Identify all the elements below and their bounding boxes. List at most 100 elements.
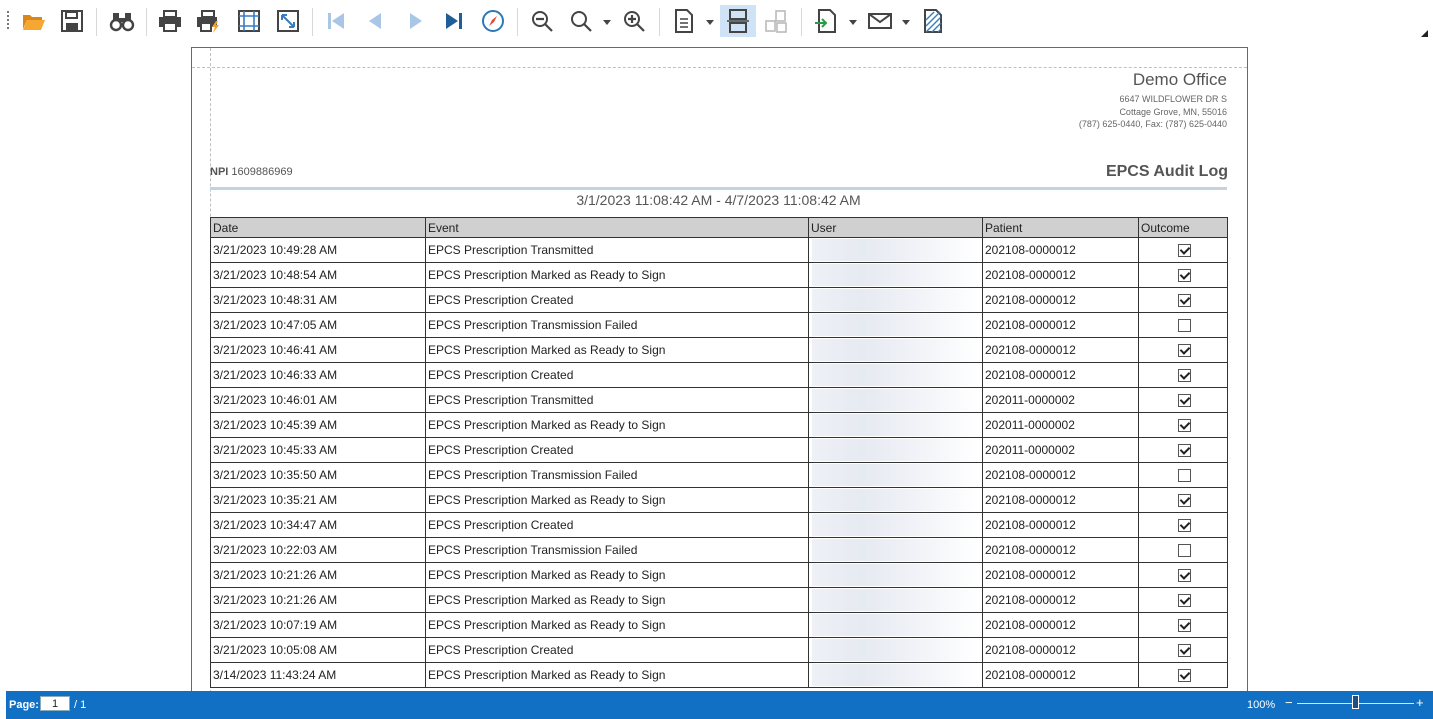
zoom-minus-button[interactable]: − <box>1285 695 1293 710</box>
patient-cell: 202108-0000012 <box>982 287 1139 313</box>
date-cell: 3/21/2023 10:47:05 AM <box>210 312 426 338</box>
zoom-plus-button[interactable]: + <box>1416 695 1424 710</box>
page-layout-button[interactable] <box>669 5 699 37</box>
zoom-out-button[interactable] <box>527 5 557 37</box>
email-dropdown-arrow[interactable] <box>902 18 910 26</box>
event-cell: EPCS Prescription Transmission Failed <box>425 537 809 563</box>
event-cell: EPCS Prescription Created <box>425 637 809 663</box>
table-row: 3/21/2023 10:48:54 AM EPCS Prescription M… <box>210 262 1228 288</box>
outcome-checkbox <box>1177 518 1191 532</box>
zoom-out-icon <box>532 11 553 32</box>
quick-print-icon <box>197 10 219 33</box>
print-icon <box>159 10 181 32</box>
redacted-user <box>812 464 979 486</box>
find-button[interactable] <box>107 5 137 37</box>
outcome-checkbox <box>1177 568 1191 582</box>
outcome-checkbox <box>1177 593 1191 607</box>
outcome-cell <box>1138 487 1228 513</box>
outcome-cell <box>1138 537 1228 563</box>
patient-cell: 202011-0000002 <box>982 387 1139 413</box>
event-cell: EPCS Prescription Created <box>425 437 809 463</box>
outcome-checkbox <box>1177 343 1191 357</box>
user-cell <box>808 437 983 463</box>
quick-print-button[interactable] <box>193 5 223 37</box>
toolbar-separator <box>312 8 313 36</box>
page-number-input[interactable]: 1 <box>40 696 70 711</box>
user-cell <box>808 487 983 513</box>
column-header-patient: Patient <box>982 217 1139 238</box>
navigation-pane-button[interactable] <box>478 5 508 37</box>
date-cell: 3/21/2023 10:22:03 AM <box>210 537 426 563</box>
toolbar-separator <box>659 8 660 36</box>
chevron-down-icon <box>902 19 910 25</box>
event-cell: EPCS Prescription Marked as Ready to Sig… <box>425 562 809 588</box>
event-cell: EPCS Prescription Marked as Ready to Sig… <box>425 412 809 438</box>
multiple-pages-button[interactable] <box>761 5 791 37</box>
outcome-cell <box>1138 637 1228 663</box>
user-cell <box>808 587 983 613</box>
toolbar-grip[interactable] <box>7 11 9 31</box>
table-row: 3/21/2023 10:21:26 AM EPCS Prescription M… <box>210 587 1228 613</box>
zoom-dropdown-arrow[interactable] <box>603 18 611 26</box>
user-cell <box>808 262 983 288</box>
office-phone: (787) 625-0440, Fax: (787) 625-0440 <box>1078 119 1227 129</box>
zoom-button[interactable] <box>566 5 596 37</box>
user-cell <box>808 512 983 538</box>
print-button[interactable] <box>155 5 185 37</box>
event-cell: EPCS Prescription Marked as Ready to Sig… <box>425 487 809 513</box>
next-page-icon <box>410 13 422 29</box>
npi: NPI 1609886969 <box>210 166 293 178</box>
page-layout-dropdown-arrow[interactable] <box>706 18 714 26</box>
table-header-row: Date Event User Patient Outcome <box>210 217 1228 238</box>
date-cell: 3/21/2023 10:21:26 AM <box>210 562 426 588</box>
outcome-cell <box>1138 512 1228 538</box>
title-divider <box>210 187 1227 190</box>
scale-button[interactable] <box>273 5 303 37</box>
save-button[interactable] <box>57 5 87 37</box>
table-row: 3/21/2023 10:35:50 AM EPCS Prescription T… <box>210 462 1228 488</box>
continuous-view-button[interactable] <box>720 5 756 37</box>
next-page-button[interactable] <box>401 5 431 37</box>
export-button[interactable] <box>811 5 841 37</box>
redacted-user <box>812 339 979 361</box>
redacted-user <box>812 514 979 536</box>
outcome-checkbox <box>1177 493 1191 507</box>
report-page: Demo Office 6647 WILDFLOWER DR S Cottage… <box>191 47 1248 691</box>
chevron-down-icon <box>706 19 714 25</box>
zoom-slider-thumb[interactable] <box>1351 695 1359 709</box>
page-layout-icon <box>675 9 693 33</box>
previous-page-button[interactable] <box>360 5 390 37</box>
outcome-checkbox <box>1177 293 1191 307</box>
redacted-user <box>812 239 979 261</box>
column-header-outcome: Outcome <box>1138 217 1228 238</box>
toolbar-overflow-icon[interactable] <box>1421 30 1428 37</box>
open-button[interactable] <box>19 5 49 37</box>
column-header-user: User <box>808 217 983 238</box>
chevron-down-icon <box>603 19 611 25</box>
user-cell <box>808 387 983 413</box>
date-cell: 3/14/2023 11:43:24 AM <box>210 662 426 688</box>
event-cell: EPCS Prescription Created <box>425 512 809 538</box>
date-cell: 3/21/2023 10:46:41 AM <box>210 337 426 363</box>
redacted-user <box>812 489 979 511</box>
user-cell <box>808 662 983 688</box>
event-cell: EPCS Prescription Created <box>425 362 809 388</box>
user-cell <box>808 312 983 338</box>
first-page-button[interactable] <box>321 5 351 37</box>
page-label: Page: <box>9 699 39 711</box>
watermark-button[interactable] <box>918 5 948 37</box>
export-dropdown-arrow[interactable] <box>849 18 857 26</box>
user-cell <box>808 287 983 313</box>
report-viewer[interactable]: Demo Office 6647 WILDFLOWER DR S Cottage… <box>0 44 1433 691</box>
outcome-cell <box>1138 437 1228 463</box>
date-cell: 3/21/2023 10:48:31 AM <box>210 287 426 313</box>
zoom-in-button[interactable] <box>619 5 649 37</box>
email-button[interactable] <box>865 5 895 37</box>
last-page-button[interactable] <box>439 5 469 37</box>
patient-cell: 202108-0000012 <box>982 262 1139 288</box>
outcome-checkbox <box>1177 668 1191 682</box>
page-setup-button[interactable] <box>234 5 264 37</box>
toolbar-separator <box>801 8 802 36</box>
navigation-pane-icon <box>482 10 504 32</box>
outcome-cell <box>1138 412 1228 438</box>
